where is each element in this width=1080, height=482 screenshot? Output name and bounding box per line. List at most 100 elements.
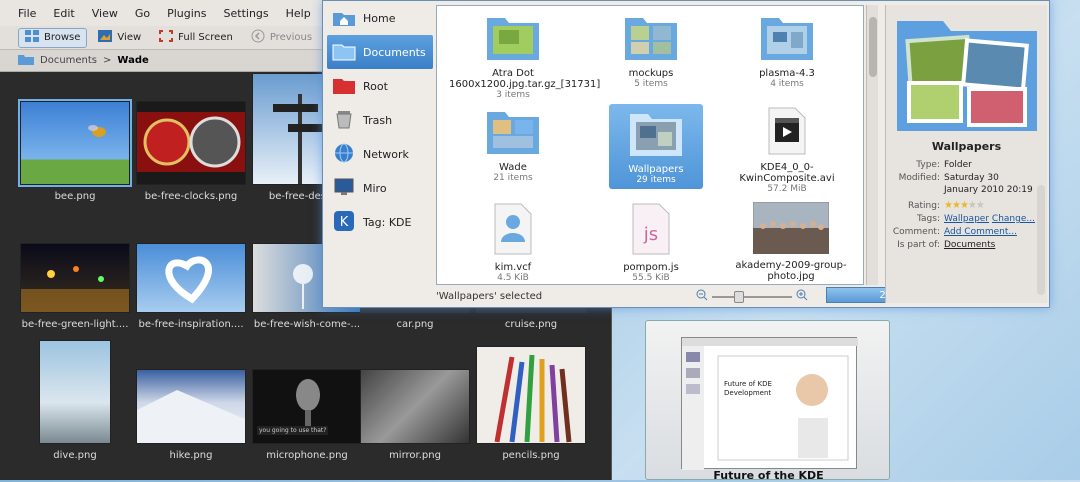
thumbnail-mirror[interactable]: mirror.png xyxy=(358,369,472,461)
kde-logo-icon: K xyxy=(331,210,357,234)
menu-plugins[interactable]: Plugins xyxy=(167,7,206,20)
file-name: Wade xyxy=(499,162,527,173)
tag-link[interactable]: Wallpaper xyxy=(944,214,989,224)
info-comment-row: Comment: Add Comment... xyxy=(892,226,1041,238)
place-label: Tag: KDE xyxy=(363,215,412,229)
vcard-file-icon xyxy=(491,202,535,259)
info-key: Modified: xyxy=(898,173,940,183)
file-name: Wallpapers xyxy=(628,164,684,175)
star-icon[interactable]: ★ xyxy=(968,200,977,211)
info-preview xyxy=(892,11,1041,138)
file-item-wallpapers[interactable]: Wallpapers 29 items xyxy=(609,104,703,189)
part-of-link[interactable]: Documents xyxy=(944,240,995,250)
zoom-slider[interactable] xyxy=(712,290,792,303)
thumbnail-label: microphone.png xyxy=(266,450,348,461)
photo-thumbnail-icon xyxy=(752,201,830,257)
star-icon[interactable]: ★ xyxy=(960,200,969,211)
info-panel-scrollbar[interactable] xyxy=(1037,185,1045,295)
thumbnail-image xyxy=(136,243,246,313)
previous-label: Previous xyxy=(269,32,313,43)
previous-icon xyxy=(251,29,265,46)
thumbnail-label: mirror.png xyxy=(389,450,441,461)
folder-icon xyxy=(18,53,34,68)
place-home[interactable]: Home xyxy=(327,1,433,35)
file-item-akademy-photo[interactable]: akademy-2009-group-photo.jpg xyxy=(723,201,859,282)
info-title: Wallpapers xyxy=(931,140,1002,153)
info-key: Tags: xyxy=(917,214,940,224)
file-item-plasma-4-3[interactable]: plasma-4.3 4 items xyxy=(723,12,851,89)
menu-go[interactable]: Go xyxy=(135,7,150,20)
thumbnail-microphone[interactable]: you going to use that? microphone.png xyxy=(250,369,364,461)
place-network[interactable]: Network xyxy=(327,137,433,171)
places-panel: Home Documents Root Trash Network Miro K… xyxy=(327,1,433,241)
menu-file[interactable]: File xyxy=(18,7,36,20)
place-documents[interactable]: Documents xyxy=(327,35,433,69)
menu-edit[interactable]: Edit xyxy=(53,7,74,20)
thumbnail-be-free-green-light[interactable]: be-free-green-light.... xyxy=(18,243,132,330)
fullscreen-button[interactable]: Full Screen xyxy=(152,28,240,48)
thumbnail-be-free-inspiration[interactable]: be-free-inspiration.... xyxy=(134,243,248,330)
star-icon[interactable]: ★ xyxy=(952,200,961,211)
file-meta: 4 items xyxy=(770,79,804,89)
file-view-scrollbar[interactable] xyxy=(866,5,878,285)
file-item-wade[interactable]: Wade 21 items xyxy=(449,106,577,183)
thumbnail-dive[interactable]: dive.png xyxy=(18,340,132,461)
thumbnail-label: be-free-wish-come-... xyxy=(253,319,361,330)
zoom-slider-handle[interactable] xyxy=(734,290,744,303)
change-tags-link[interactable]: Change... xyxy=(992,214,1035,224)
zoom-control xyxy=(696,289,808,304)
status-text: 'Wallpapers' selected xyxy=(436,290,543,302)
slide-text: Future of KDE Development xyxy=(724,380,772,397)
zoom-out-icon[interactable] xyxy=(696,289,708,304)
rating-stars[interactable]: ★★★★★ xyxy=(944,200,985,212)
thumbnail-image xyxy=(39,340,111,444)
star-icon[interactable]: ★ xyxy=(976,200,985,211)
file-item-pompom-js[interactable]: js pompom.js 55.5 KiB xyxy=(587,202,715,283)
menu-view[interactable]: View xyxy=(92,7,118,20)
thumbnail-pencils[interactable]: pencils.png xyxy=(474,346,588,461)
place-trash[interactable]: Trash xyxy=(327,103,433,137)
breadcrumb-wade[interactable]: Wade xyxy=(117,55,148,66)
image-folder-icon xyxy=(485,12,541,65)
presentation-preview-window[interactable]: Future of KDE Development Future of the … xyxy=(645,320,890,482)
info-value: Folder xyxy=(944,160,972,170)
file-item-mockups[interactable]: mockups 5 items xyxy=(587,12,715,89)
file-item-kim-vcf[interactable]: kim.vcf 4.5 KiB xyxy=(449,202,577,283)
star-icon[interactable]: ★ xyxy=(944,200,953,211)
thumbnail-bee[interactable]: bee.png xyxy=(18,99,132,202)
thumbnail-label: be-free-inspiration.... xyxy=(138,319,244,330)
monitor-icon xyxy=(331,177,357,200)
place-tag-kde[interactable]: K Tag: KDE xyxy=(327,205,433,239)
menu-help[interactable]: Help xyxy=(286,7,311,20)
thumbnail-overlay-text: you going to use that? xyxy=(257,426,329,435)
file-name: KDE4_0_0-KwinComposite.avi xyxy=(739,162,835,184)
file-meta: 21 items xyxy=(493,173,533,183)
slide-graphic xyxy=(682,338,858,470)
thumbnail-hike[interactable]: hike.png xyxy=(134,369,248,461)
previous-button[interactable]: Previous xyxy=(244,28,319,48)
browse-button[interactable]: Browse xyxy=(18,27,88,48)
root-folder-icon xyxy=(331,75,357,98)
breadcrumb-documents[interactable]: Documents xyxy=(40,55,97,66)
view-button[interactable]: View xyxy=(91,28,148,48)
thumbnail-be-free-clocks[interactable]: be-free-clocks.png xyxy=(134,101,248,202)
view-label: View xyxy=(117,32,142,43)
file-item-kwincomposite-avi[interactable]: KDE4_0_0-KwinComposite.avi 57.2 MiB xyxy=(723,106,851,194)
info-key: Rating: xyxy=(907,201,940,211)
place-label: Miro xyxy=(363,181,387,195)
menu-settings[interactable]: Settings xyxy=(224,7,269,20)
info-type-row: Type: Folder xyxy=(892,159,1041,171)
add-comment-link[interactable]: Add Comment... xyxy=(944,227,1017,237)
scrollbar-thumb[interactable] xyxy=(869,17,877,77)
place-miro[interactable]: Miro xyxy=(327,171,433,205)
zoom-in-icon[interactable] xyxy=(796,289,808,304)
info-modified-row: Modified: Saturday 30 January 2010 20:19 xyxy=(892,172,1041,196)
trash-icon xyxy=(331,109,357,132)
svg-text:js: js xyxy=(643,224,658,245)
info-tags-row: Tags: Wallpaper Change... xyxy=(892,213,1041,225)
place-label: Home xyxy=(363,11,396,25)
place-root[interactable]: Root xyxy=(327,69,433,103)
file-item-atra-dot[interactable]: Atra Dot 1600x1200.jpg.tar.gz_[31731] 3 … xyxy=(449,12,600,100)
information-panel: Wallpapers Type: Folder Modified: Saturday… xyxy=(885,5,1047,303)
file-name: plasma-4.3 xyxy=(759,68,815,79)
